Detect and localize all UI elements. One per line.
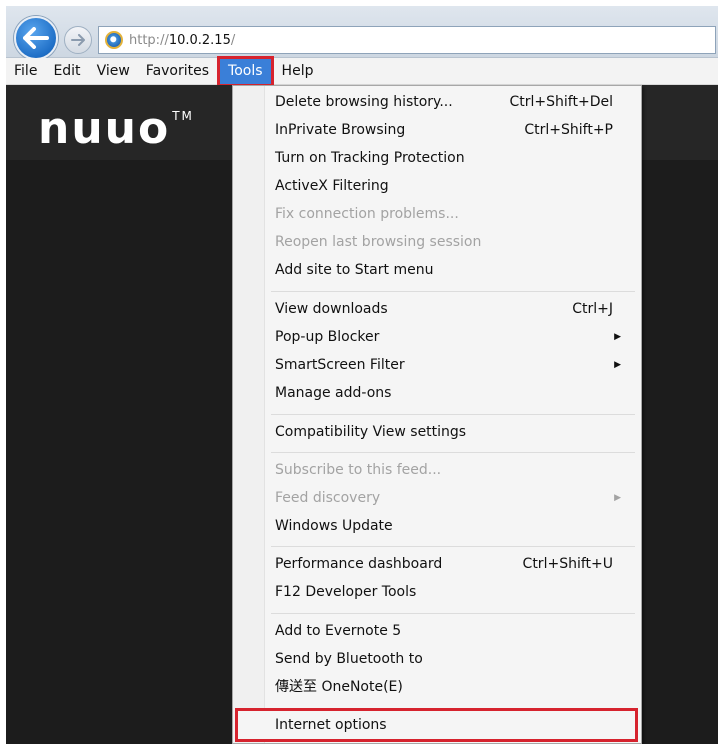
menu-item-popup-blocker[interactable]: Pop-up Blocker ▶ <box>275 324 635 350</box>
ie-page-icon <box>105 31 123 49</box>
menu-item-add-site-to-start-menu[interactable]: Add site to Start menu <box>275 257 635 283</box>
menu-item-shortcut: Ctrl+Shift+P <box>524 122 613 138</box>
menu-item-performance-dashboard[interactable]: Performance dashboard Ctrl+Shift+U <box>275 551 635 577</box>
menu-item-label: View downloads <box>275 301 388 317</box>
menu-item-label: Add to Evernote 5 <box>275 623 402 639</box>
tools-dropdown-menu: Delete browsing history... Ctrl+Shift+De… <box>232 85 642 744</box>
menu-item-send-to-onenote[interactable]: 傳送至 OneNote(E) <box>275 674 635 700</box>
menu-item-reopen-last-session: Reopen last browsing session <box>275 229 635 255</box>
menu-item-label: Subscribe to this feed... <box>275 462 442 478</box>
menu-item-label: Windows Update <box>275 518 393 534</box>
url-rest: / <box>230 32 236 48</box>
address-bar-area: http:// 10.0.2.15 / <box>6 6 718 60</box>
url-host: 10.0.2.15 <box>168 32 231 48</box>
logo-text: nuuo <box>38 103 171 154</box>
menu-help[interactable]: Help <box>274 59 322 84</box>
submenu-arrow-icon: ▶ <box>614 332 621 342</box>
menu-icon-gutter <box>233 86 265 743</box>
menu-view[interactable]: View <box>89 59 138 84</box>
menu-item-label: Performance dashboard <box>275 556 443 572</box>
forward-button[interactable] <box>64 26 92 54</box>
menu-item-label: Send by Bluetooth to <box>275 651 423 667</box>
back-arrow-icon <box>23 27 49 49</box>
nuuo-logo: nuuo TM <box>38 103 194 154</box>
menu-item-activex-filtering[interactable]: ActiveX Filtering <box>275 173 635 199</box>
menu-item-label: Compatibility View settings <box>275 424 467 440</box>
menu-separator <box>271 452 635 453</box>
menu-item-label: ActiveX Filtering <box>275 178 389 194</box>
menu-item-fix-connection-problems: Fix connection problems... <box>275 201 635 227</box>
menu-separator <box>271 414 635 415</box>
menu-item-windows-update[interactable]: Windows Update <box>275 513 635 539</box>
menu-item-label: SmartScreen Filter <box>275 357 405 373</box>
menu-item-manage-addons[interactable]: Manage add-ons <box>275 380 635 406</box>
menu-item-shortcut: Ctrl+J <box>572 301 613 317</box>
menu-item-view-downloads[interactable]: View downloads Ctrl+J <box>275 296 635 322</box>
menu-tools[interactable]: Tools <box>217 55 274 87</box>
menu-item-internet-options[interactable]: Internet options <box>275 712 635 738</box>
menu-item-subscribe-feed: Subscribe to this feed... <box>275 457 635 483</box>
back-button[interactable] <box>14 16 58 60</box>
forward-arrow-icon <box>71 34 85 46</box>
menu-item-tracking-protection[interactable]: Turn on Tracking Protection <box>275 145 635 171</box>
menu-item-shortcut: Ctrl+Shift+U <box>522 556 613 572</box>
menu-item-label: 傳送至 OneNote(E) <box>275 679 403 695</box>
menu-item-smartscreen-filter[interactable]: SmartScreen Filter ▶ <box>275 352 635 378</box>
menu-item-label: Manage add-ons <box>275 385 392 401</box>
menu-favorites[interactable]: Favorites <box>138 59 217 84</box>
menu-item-label: Add site to Start menu <box>275 262 434 278</box>
url-scheme: http:// <box>129 32 169 48</box>
menu-item-add-to-evernote[interactable]: Add to Evernote 5 <box>275 618 635 644</box>
menu-item-label: Internet options <box>275 717 387 733</box>
submenu-arrow-icon: ▶ <box>614 360 621 370</box>
menu-item-label: F12 Developer Tools <box>275 584 417 600</box>
menu-separator <box>271 613 635 614</box>
menu-item-shortcut: Ctrl+Shift+Del <box>509 94 613 110</box>
menu-item-label: Turn on Tracking Protection <box>275 150 465 166</box>
menu-item-inprivate-browsing[interactable]: InPrivate Browsing Ctrl+Shift+P <box>275 117 635 143</box>
menu-edit[interactable]: Edit <box>45 59 88 84</box>
menu-file[interactable]: File <box>6 59 45 84</box>
menu-item-f12-developer-tools[interactable]: F12 Developer Tools <box>275 579 635 605</box>
url-input[interactable]: http:// 10.0.2.15 / <box>98 26 716 54</box>
submenu-arrow-icon: ▶ <box>614 493 621 503</box>
menu-separator <box>271 291 635 292</box>
menu-item-label: Reopen last browsing session <box>275 234 482 250</box>
menu-item-send-by-bluetooth[interactable]: Send by Bluetooth to <box>275 646 635 672</box>
menu-item-delete-browsing-history[interactable]: Delete browsing history... Ctrl+Shift+De… <box>275 89 635 115</box>
menu-item-compatibility-view-settings[interactable]: Compatibility View settings <box>275 419 635 445</box>
menu-item-label: Delete browsing history... <box>275 94 453 110</box>
logo-trademark: TM <box>172 109 194 123</box>
menu-item-feed-discovery: Feed discovery ▶ <box>275 485 635 511</box>
menu-item-label: Feed discovery <box>275 490 381 506</box>
menu-item-label: Fix connection problems... <box>275 206 459 222</box>
menu-item-label: InPrivate Browsing <box>275 122 406 138</box>
menu-item-label: Pop-up Blocker <box>275 329 380 345</box>
menu-separator <box>271 546 635 547</box>
menu-bar: File Edit View Favorites Tools Help <box>6 55 718 87</box>
